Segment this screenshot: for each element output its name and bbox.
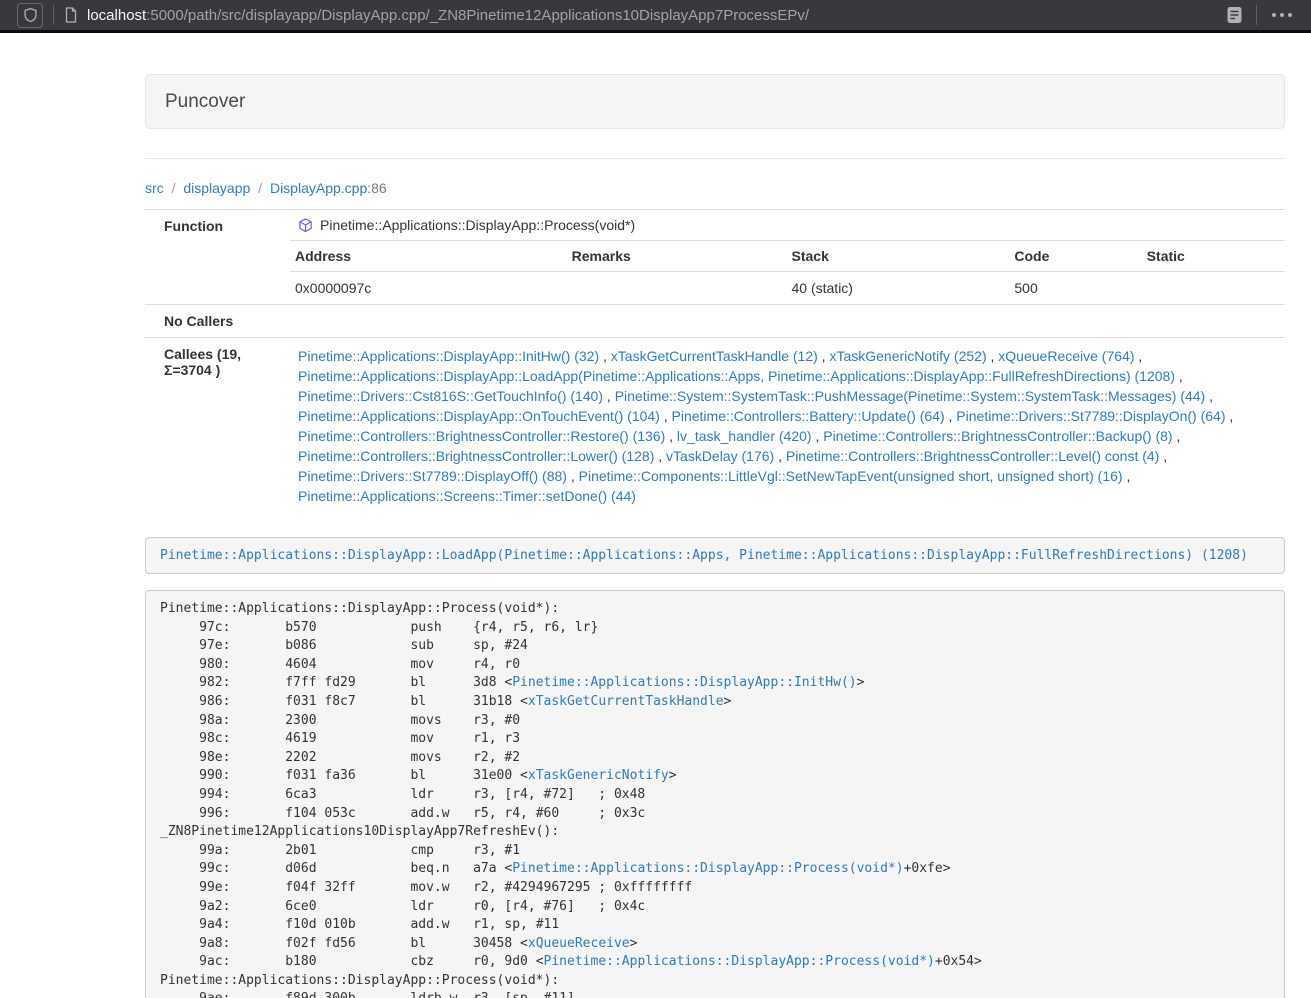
reader-view-button[interactable] <box>1223 4 1246 26</box>
highlighted-callee-link[interactable]: Pinetime::Applications::DisplayApp::Load… <box>160 548 1248 563</box>
callee-link[interactable]: Pinetime::Applications::DisplayApp::Init… <box>298 348 599 364</box>
callee-link[interactable]: Pinetime::Controllers::BrightnessControl… <box>823 428 1172 444</box>
tracking-protection-button[interactable] <box>17 3 43 28</box>
disassembly-symbol-link[interactable]: Pinetime::Applications::DisplayApp::Proc… <box>544 954 935 969</box>
page-actions-button[interactable] <box>1267 9 1297 21</box>
callee-link[interactable]: Pinetime::Controllers::BrightnessControl… <box>786 448 1159 464</box>
table-row: 0x0000097c 40 (static) 500 <box>290 272 1285 305</box>
callee-link[interactable]: Pinetime::Drivers::Cst816S::GetTouchInfo… <box>298 388 603 404</box>
disassembly-symbol-link[interactable]: Pinetime::Applications::DisplayApp::Init… <box>512 675 856 690</box>
function-stats-table: Address Remarks Stack Code Static 0x0000… <box>290 240 1285 304</box>
callee-link[interactable]: vTaskDelay (176) <box>666 448 774 464</box>
url-path: :5000/path/src/displayapp/DisplayApp.cpp… <box>146 7 809 24</box>
function-info-table: Function Pinetime::Applications::Display… <box>145 209 1285 514</box>
callee-link[interactable]: Pinetime::System::SystemTask::PushMessag… <box>615 388 1206 404</box>
highlighted-callee-panel: Pinetime::Applications::DisplayApp::Load… <box>145 537 1285 574</box>
function-name: Pinetime::Applications::DisplayApp::Proc… <box>320 217 635 233</box>
address-value: 0x0000097c <box>290 272 567 305</box>
breadcrumb-displayapp[interactable]: displayapp <box>183 180 250 196</box>
function-row-label: Function <box>145 210 290 305</box>
callee-link[interactable]: xQueueReceive (764) <box>998 348 1134 364</box>
callee-link[interactable]: Pinetime::Controllers::BrightnessControl… <box>298 448 654 464</box>
address-bar[interactable]: localhost:5000/path/src/displayapp/Displ… <box>87 7 1223 24</box>
url-host: localhost <box>87 7 146 24</box>
callee-link[interactable]: Pinetime::Components::LittleVgl::SetNewT… <box>579 468 1123 484</box>
callees-list: Pinetime::Applications::DisplayApp::Init… <box>290 338 1285 514</box>
callees-label: Callees (19, Σ=3704 ) <box>145 338 290 515</box>
disassembly-symbol-link[interactable]: xTaskGenericNotify <box>528 768 669 783</box>
callee-link[interactable]: xTaskGetCurrentTaskHandle (12) <box>611 348 818 364</box>
callee-link[interactable]: Pinetime::Drivers::St7789::DisplayOn() (… <box>956 408 1225 424</box>
col-remarks: Remarks <box>567 241 787 272</box>
col-stack: Stack <box>787 241 1010 272</box>
header-divider <box>145 158 1285 159</box>
callee-link[interactable]: xTaskGenericNotify (252) <box>829 348 986 364</box>
page-title: Puncover <box>165 90 1265 113</box>
disassembly: Pinetime::Applications::DisplayApp::Proc… <box>145 590 1285 998</box>
col-static: Static <box>1142 241 1285 272</box>
page-icon <box>64 7 78 23</box>
no-callers-label: No Callers <box>145 305 290 338</box>
no-callers-row: No Callers <box>145 305 1285 338</box>
function-row: Function Pinetime::Applications::Display… <box>145 210 1285 305</box>
static-value <box>1142 272 1285 305</box>
callee-link[interactable]: Pinetime::Controllers::BrightnessControl… <box>298 428 665 444</box>
page-container: Puncover src / displayapp / DisplayApp.c… <box>145 74 1285 998</box>
disassembly-symbol-link[interactable]: xQueueReceive <box>528 936 630 951</box>
code-value: 500 <box>1009 272 1141 305</box>
breadcrumb: src / displayapp / DisplayApp.cpp:86 <box>145 180 1285 196</box>
callee-link[interactable]: Pinetime::Applications::DisplayApp::Load… <box>298 368 1175 384</box>
callees-row: Callees (19, Σ=3704 ) Pinetime::Applicat… <box>145 338 1285 515</box>
breadcrumb-separator: / <box>254 180 266 196</box>
toolbar-divider <box>53 5 54 25</box>
remarks-value <box>567 272 787 305</box>
callee-link[interactable]: Pinetime::Applications::Screens::Timer::… <box>298 488 636 504</box>
stack-value: 40 (static) <box>787 272 1010 305</box>
callee-link[interactable]: Pinetime::Applications::DisplayApp::OnTo… <box>298 408 660 424</box>
disassembly-symbol-link[interactable]: Pinetime::Applications::DisplayApp::Proc… <box>512 861 903 876</box>
callee-link[interactable]: lv_task_handler (420) <box>677 428 812 444</box>
reader-view-icon <box>1227 6 1242 24</box>
shield-icon <box>23 7 38 23</box>
meatball-menu-icon <box>1271 11 1293 19</box>
callee-link[interactable]: Pinetime::Controllers::Battery::Update()… <box>672 408 945 424</box>
col-address: Address <box>290 241 567 272</box>
symbol-cube-icon <box>298 218 313 233</box>
breadcrumb-file[interactable]: DisplayApp.cpp <box>270 180 367 196</box>
disassembly-symbol-link[interactable]: xTaskGetCurrentTaskHandle <box>528 694 724 709</box>
breadcrumb-src[interactable]: src <box>145 180 164 196</box>
toolbar-divider <box>1256 5 1257 25</box>
browser-toolbar: localhost:5000/path/src/displayapp/Displ… <box>0 0 1311 33</box>
app-header-panel: Puncover <box>145 74 1285 129</box>
breadcrumb-line-number: :86 <box>367 180 386 196</box>
breadcrumb-separator: / <box>168 180 180 196</box>
callee-link[interactable]: Pinetime::Drivers::St7789::DisplayOff() … <box>298 468 567 484</box>
col-code: Code <box>1009 241 1141 272</box>
